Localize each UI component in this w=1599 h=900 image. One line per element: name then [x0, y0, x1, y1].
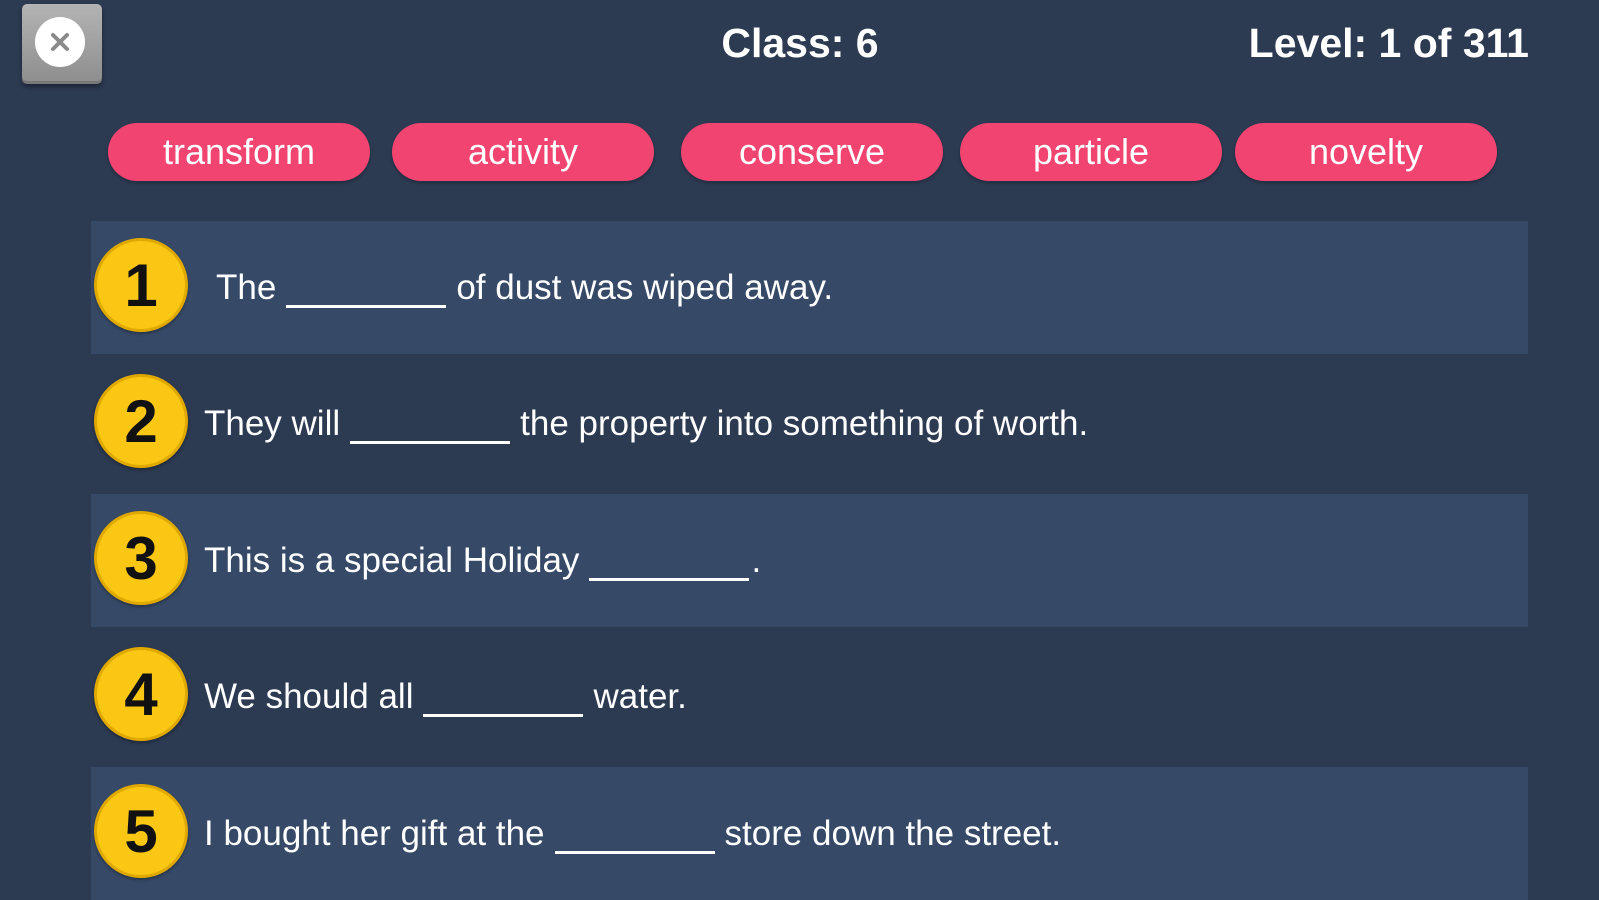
sentence-start: We should all [204, 676, 414, 716]
question-row: 2 They will the property into something o… [91, 357, 1528, 490]
sentence-start: The [216, 267, 277, 307]
question-sentence: We should all water. [204, 630, 687, 763]
question-number-badge: 3 [94, 511, 188, 605]
word-chip-novelty[interactable]: novelty [1235, 123, 1497, 181]
question-sentence: The of dust was wiped away. [216, 221, 833, 354]
answer-blank[interactable] [589, 556, 750, 581]
close-icon [35, 17, 85, 67]
sentence-end: water. [593, 676, 687, 716]
question-row: 1 The of dust was wiped away. [91, 221, 1528, 354]
question-sentence: This is a special Holiday. [204, 494, 761, 627]
sentence-start: I bought her gift at the [204, 813, 545, 853]
question-row: 3 This is a special Holiday. [91, 494, 1528, 627]
class-label: Class: 6 [721, 20, 879, 66]
sentence-end: the property into something of worth. [520, 403, 1089, 443]
level-label: Level: 1 of 311 [1248, 20, 1529, 66]
sentence-end: of dust was wiped away. [456, 267, 834, 307]
word-chip-transform[interactable]: transform [108, 123, 370, 181]
question-row: 4 We should all water. [91, 630, 1528, 763]
question-sentence: I bought her gift at the store down the s… [204, 767, 1061, 900]
answer-blank[interactable] [554, 829, 715, 854]
question-number-badge: 4 [94, 647, 188, 741]
sentence-end: store down the street. [724, 813, 1062, 853]
answer-blank[interactable] [423, 692, 584, 717]
sentence-end: . [751, 540, 762, 580]
question-row: 5 I bought her gift at the store down the… [91, 767, 1528, 900]
word-chip-particle[interactable]: particle [960, 123, 1222, 181]
sentence-start: This is a special Holiday [204, 540, 580, 580]
word-chip-activity[interactable]: activity [392, 123, 654, 181]
close-button[interactable] [22, 4, 102, 84]
answer-blank[interactable] [350, 419, 511, 444]
answer-blank[interactable] [286, 283, 447, 308]
sentence-start: They will [204, 403, 341, 443]
question-number-badge: 1 [94, 238, 188, 332]
question-number-badge: 2 [94, 374, 188, 468]
question-number-badge: 5 [94, 784, 188, 878]
word-chip-conserve[interactable]: conserve [681, 123, 943, 181]
question-sentence: They will the property into something of … [204, 357, 1088, 490]
